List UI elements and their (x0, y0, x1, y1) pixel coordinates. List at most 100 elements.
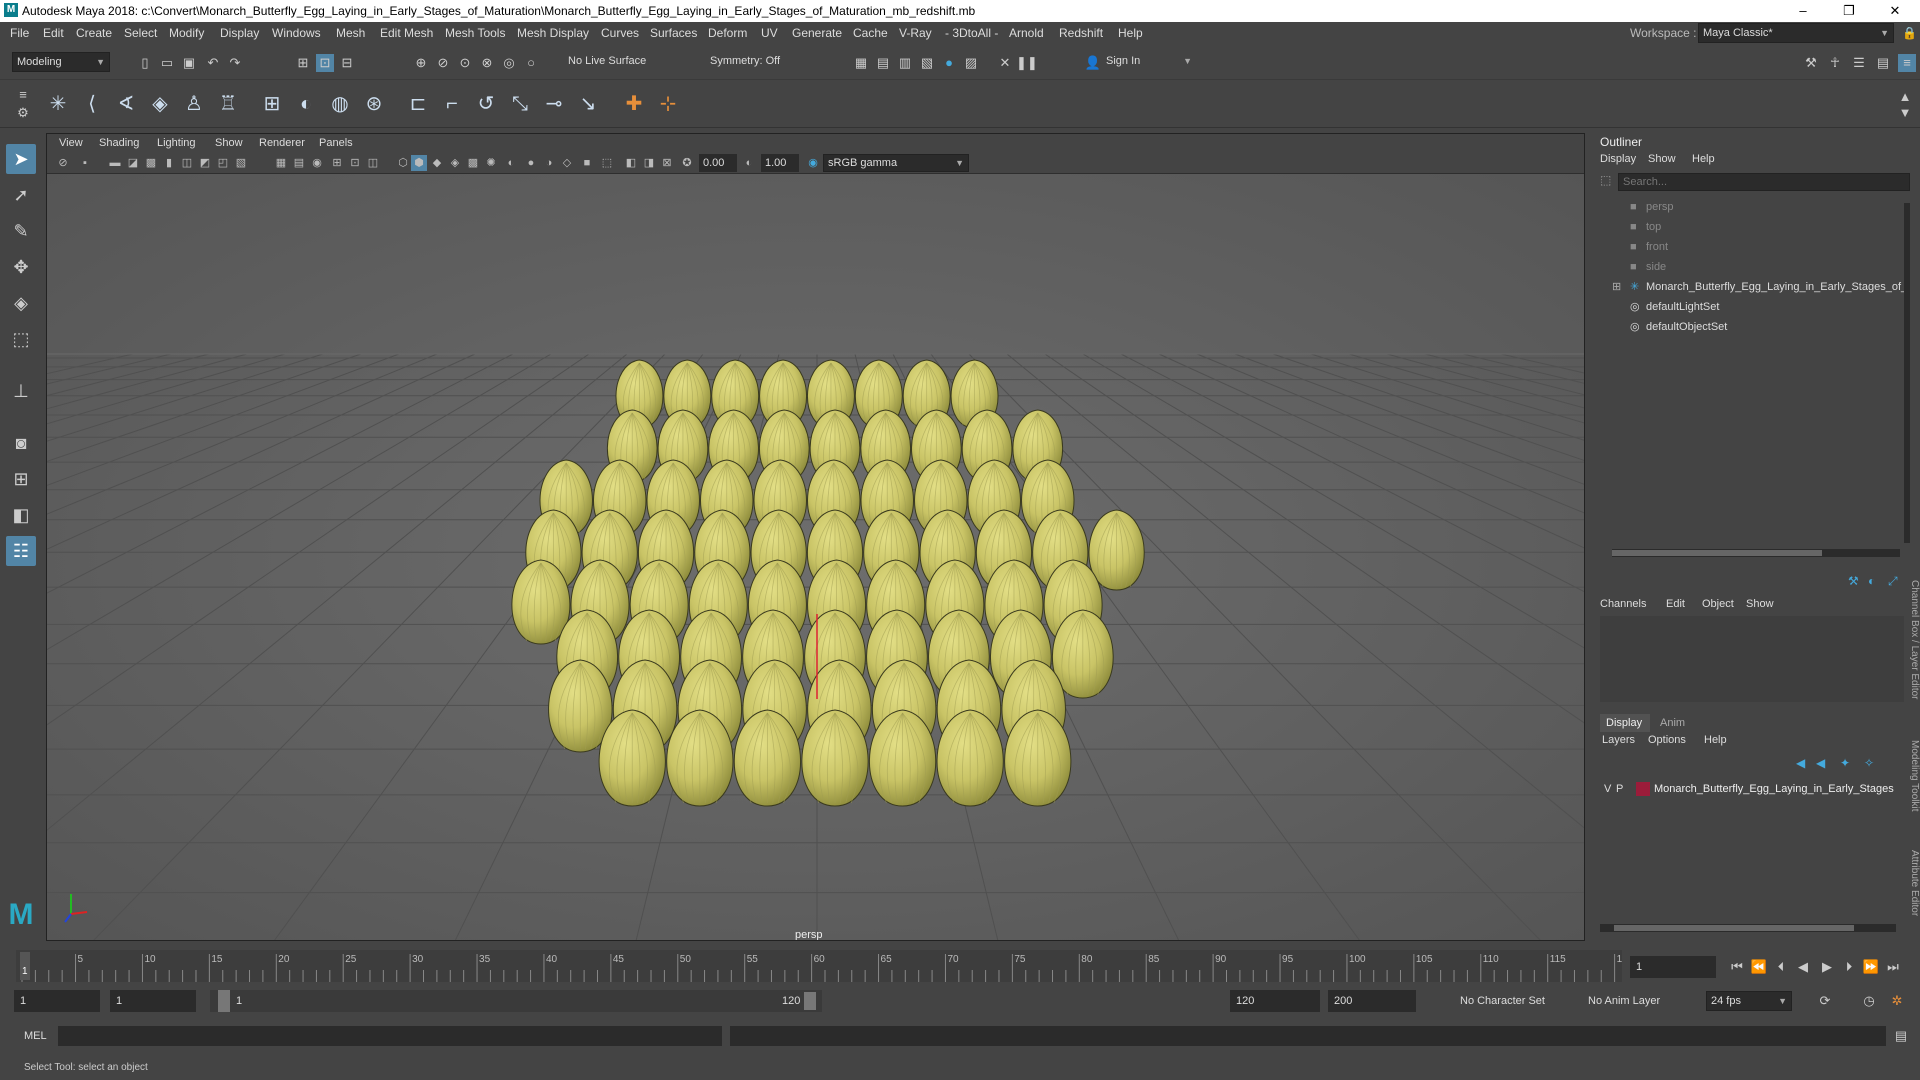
blend-shape-icon[interactable]: ⊏ (404, 90, 432, 118)
snap-surface-icon[interactable]: ◎ (500, 54, 518, 72)
ik-spline-icon[interactable]: ∢ (112, 90, 140, 118)
rotate-tool-icon[interactable]: ◈ (6, 288, 36, 318)
hud-icon[interactable]: ■ (579, 155, 595, 171)
image-plane-icon[interactable]: ▬ (107, 155, 123, 171)
filter-icon[interactable]: ⬚ (1600, 173, 1611, 187)
play-backwards-icon[interactable]: ◀ (1794, 958, 1812, 976)
xray-icon[interactable]: ⊡ (347, 155, 363, 171)
menu-help[interactable]: Help (1118, 26, 1143, 40)
antialiasing-icon[interactable]: ▩ (465, 155, 481, 171)
layers-menu[interactable]: Layers (1602, 734, 1635, 746)
layer-color-swatch[interactable] (1636, 782, 1650, 796)
paint-select-icon[interactable]: ✎ (6, 216, 36, 246)
layer-visibility-toggle[interactable]: V (1604, 780, 1611, 798)
color-management-icon[interactable]: ◉ (805, 155, 821, 171)
channel-box-layout-icon[interactable]: ◐ (1868, 574, 1875, 588)
open-scene-icon[interactable]: ▭ (158, 54, 176, 72)
gamma-control-icon[interactable]: ◐ (741, 155, 757, 171)
move-layer-up-icon[interactable]: ◀ (1796, 756, 1805, 770)
snap-grid-icon[interactable]: ⊕ (412, 54, 430, 72)
depth-of-field-icon[interactable]: ✺ (483, 155, 499, 171)
film-gate-icon[interactable]: ▮ (161, 155, 177, 171)
side-tab-channel-box[interactable]: Channel Box / Layer Editor (1904, 580, 1920, 700)
scrollbar-thumb[interactable] (1614, 925, 1854, 931)
channels-show-menu[interactable]: Show (1746, 598, 1774, 610)
viewport-scene[interactable] (47, 174, 1584, 940)
minimize-button[interactable]: – (1788, 2, 1818, 20)
menu-vray[interactable]: V-Ray (899, 26, 932, 40)
playback-end-field[interactable]: 120 (1230, 990, 1320, 1012)
outliner-item-monarch-group[interactable]: ⊞ ✳ Monarch_Butterfly_Egg_Laying_in_Early_… (1612, 277, 1920, 297)
layer-playback-toggle[interactable]: P (1616, 780, 1623, 798)
smooth-bind-icon[interactable]: ⊞ (258, 90, 286, 118)
bind-skin-icon[interactable]: ◈ (146, 90, 174, 118)
step-back-key-icon[interactable]: ⏪ (1750, 958, 1768, 976)
outliner-menu-display[interactable]: Display (1600, 153, 1636, 165)
outliner-item-front[interactable]: ■ front (1612, 237, 1920, 257)
locator-icon[interactable]: ✚ (620, 90, 648, 118)
modeling-toolkit-icon[interactable]: ⚒ (1802, 54, 1820, 72)
menu-create[interactable]: Create (76, 26, 112, 40)
gamma-icon[interactable]: ◧ (623, 155, 639, 171)
mel-command-input[interactable] (58, 1026, 722, 1046)
select-object-icon[interactable]: ⊡ (316, 54, 334, 72)
menu-generate[interactable]: Generate (792, 26, 842, 40)
exposure-field[interactable]: 0.00 (699, 154, 737, 172)
menu-surfaces[interactable]: Surfaces (650, 26, 697, 40)
user-icon[interactable]: 👤 (1084, 54, 1102, 72)
lattice-icon[interactable]: ◍ (326, 90, 354, 118)
channel-box-tool-icon[interactable]: ⚒ (1848, 574, 1859, 588)
parent-constraint-icon[interactable]: ⊹ (654, 90, 682, 118)
menu-arnold[interactable]: Arnold (1009, 26, 1044, 40)
side-tab-attribute-editor[interactable]: Attribute Editor (1904, 850, 1920, 916)
channels-edit-menu[interactable]: Edit (1666, 598, 1685, 610)
ipr-render-icon[interactable]: ▥ (896, 54, 914, 72)
scroll-down-icon[interactable]: ▼ (1896, 104, 1914, 122)
layers-help-menu[interactable]: Help (1704, 734, 1727, 746)
hypershade-icon[interactable]: ● (940, 54, 958, 72)
menu-display[interactable]: Display (220, 26, 259, 40)
outliner-horizontal-scrollbar[interactable] (1612, 549, 1900, 557)
mode-dropdown[interactable]: Modeling ▼ (12, 52, 110, 72)
render-sequence-icon[interactable]: ▤ (874, 54, 892, 72)
gate-mask-icon[interactable]: ◩ (197, 155, 213, 171)
tab-display[interactable]: Display (1600, 714, 1650, 732)
panel-menu-renderer[interactable]: Renderer (259, 137, 305, 149)
textured-icon[interactable]: ◫ (365, 155, 381, 171)
four-view-icon[interactable]: ⊞ (6, 464, 36, 494)
save-scene-icon[interactable]: ▣ (180, 54, 198, 72)
undo-icon[interactable]: ↶ (204, 54, 222, 72)
smooth-shade-icon[interactable]: ▤ (291, 155, 307, 171)
snap-view-icon[interactable]: ⊗ (478, 54, 496, 72)
panel-menu-shading[interactable]: Shading (99, 137, 139, 149)
aim-constraint-icon[interactable]: ⊸ (540, 90, 568, 118)
range-slider-start-handle[interactable] (218, 990, 230, 1012)
menu-windows[interactable]: Windows (272, 26, 321, 40)
color-space-dropdown[interactable]: sRGB gamma ▼ (823, 154, 969, 172)
quick-rig-icon[interactable]: ♖ (214, 90, 242, 118)
use-lights-icon[interactable]: ⬡ (395, 155, 411, 171)
tab-anim[interactable]: Anim (1654, 714, 1698, 732)
channels-object-menu[interactable]: Object (1702, 598, 1734, 610)
channels-menu[interactable]: Channels (1600, 598, 1646, 610)
paint-weights-icon[interactable]: ◐ (292, 90, 320, 118)
layer-horizontal-scrollbar[interactable] (1600, 924, 1896, 932)
channel-box-area[interactable] (1600, 616, 1904, 702)
range-slider-end-handle[interactable] (804, 992, 816, 1010)
outliner-item-defaultobjectset[interactable]: ◎ defaultObjectSet (1612, 317, 1920, 337)
cluster-icon[interactable]: ⊛ (360, 90, 388, 118)
exposure-lock-icon[interactable]: ◨ (641, 155, 657, 171)
menu-select[interactable]: Select (124, 26, 157, 40)
playback-start-field[interactable]: 1 (110, 990, 196, 1012)
egg-cluster[interactable] (511, 359, 1145, 807)
move-tool-icon[interactable]: ✥ (6, 252, 36, 282)
lock-camera-icon[interactable]: ◪ (125, 155, 141, 171)
outliner-menu-show[interactable]: Show (1648, 153, 1676, 165)
human-ik-icon[interactable]: ☥ (1826, 54, 1844, 72)
menu-mesh-display[interactable]: Mesh Display (517, 26, 589, 40)
select-camera-icon[interactable]: ⬚ (599, 155, 615, 171)
step-forward-frame-icon[interactable]: ⏵ (1840, 958, 1858, 976)
shelf-menu-icon[interactable]: ≡ (14, 86, 32, 104)
single-perspective-icon[interactable]: ◙ (6, 428, 36, 458)
backface-icon[interactable]: ◇ (559, 155, 575, 171)
